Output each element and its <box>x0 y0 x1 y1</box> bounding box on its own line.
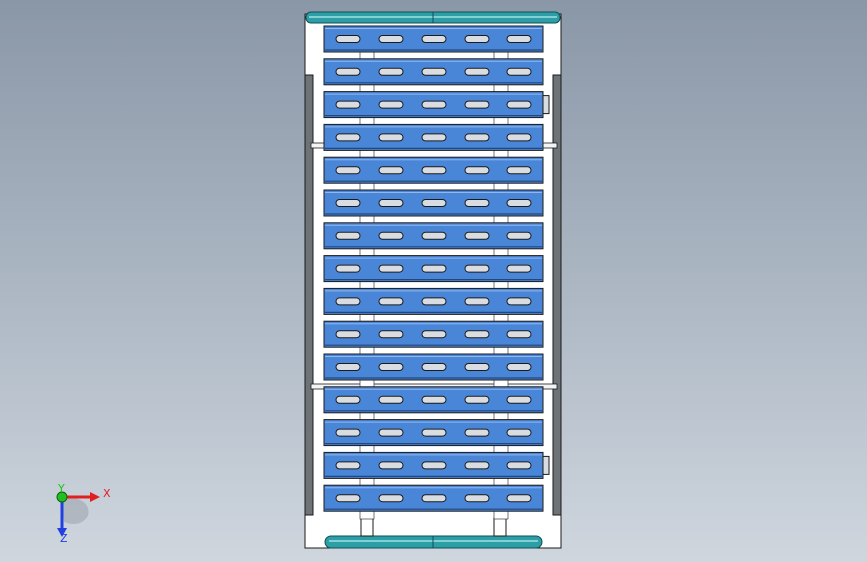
tray-slot <box>421 395 447 404</box>
tray-slot <box>506 264 532 273</box>
tray-slot <box>335 100 361 109</box>
tray-slot <box>378 67 404 76</box>
tray-handle <box>542 455 550 475</box>
tray-slot <box>464 461 490 470</box>
tray-slot <box>421 363 447 371</box>
tray-slot <box>335 35 361 43</box>
tray-slot <box>421 428 447 437</box>
tray-slot <box>464 264 490 273</box>
tray-slot <box>464 35 490 43</box>
tray-slot <box>506 35 532 43</box>
tray-slot <box>464 133 490 142</box>
tray-slot <box>335 231 361 240</box>
tray-slot <box>464 330 490 339</box>
tray-slot <box>335 264 361 273</box>
tray-slot <box>335 428 361 437</box>
tray-slot <box>421 461 447 470</box>
tray-slot <box>378 100 404 109</box>
tray-slot <box>421 231 447 240</box>
tray-slot <box>421 67 447 76</box>
tray-slot <box>506 297 532 306</box>
tray-slot <box>378 35 404 43</box>
tray-slot <box>378 428 404 437</box>
z-axis-label: Z <box>60 532 68 545</box>
tray-slot <box>464 494 490 503</box>
tray-slot <box>335 297 361 306</box>
tray-slot <box>378 330 404 339</box>
axis-triad: X Y Z <box>56 482 111 545</box>
tray-slot <box>335 330 361 339</box>
tray-slot <box>335 199 361 207</box>
tray-slot <box>378 199 404 207</box>
tray-slot <box>421 264 447 273</box>
tray-slot <box>335 166 361 175</box>
tray-slot <box>506 231 532 240</box>
tray-slot <box>335 395 361 404</box>
tray-slot <box>378 297 404 306</box>
right-post <box>552 74 562 516</box>
foot-left <box>360 517 374 537</box>
tray-slot <box>421 494 447 503</box>
tray-slot <box>335 494 361 503</box>
foot-right <box>493 517 507 537</box>
rack-assembly <box>304 11 562 549</box>
tray-slot <box>506 133 532 142</box>
tray-slot <box>335 461 361 470</box>
tray-stack <box>323 25 550 520</box>
y-axis-label: Y <box>57 482 65 495</box>
tray-slot <box>464 363 490 371</box>
tray-slot <box>378 264 404 273</box>
tray-slot <box>421 35 447 43</box>
tray-slot <box>506 363 532 371</box>
tray-slot <box>464 428 490 437</box>
tray-slot <box>378 133 404 142</box>
left-post <box>304 74 314 516</box>
tray-slot <box>506 100 532 109</box>
tray-handle <box>542 95 550 115</box>
tray-slot <box>464 67 490 76</box>
tray-slot <box>378 395 404 404</box>
tray-slot <box>506 428 532 437</box>
tray-slot <box>506 330 532 339</box>
tray-slot <box>421 166 447 175</box>
tray-slot <box>464 100 490 109</box>
tray-slot <box>421 297 447 306</box>
tray-slot <box>506 67 532 76</box>
tray-slot <box>421 330 447 339</box>
tray-slot <box>335 133 361 142</box>
tray-slot <box>378 461 404 470</box>
tray-slot <box>464 231 490 240</box>
tray-slot <box>378 494 404 503</box>
tray-slot <box>378 363 404 371</box>
tray-slot <box>421 133 447 142</box>
x-axis-label: X <box>103 487 111 500</box>
tray-slot <box>335 363 361 371</box>
tray-slot <box>421 199 447 207</box>
tray-slot <box>378 231 404 240</box>
tray-slot <box>506 166 532 175</box>
tray-slot <box>506 199 532 207</box>
tray-slot <box>421 100 447 109</box>
model-viewport[interactable] <box>0 0 867 562</box>
tray-slot <box>464 166 490 175</box>
tray-slot <box>464 199 490 207</box>
tray-slot <box>506 494 532 503</box>
tray-slot <box>464 395 490 404</box>
tray-slot <box>506 395 532 404</box>
tray-slot <box>464 297 490 306</box>
tray-slot <box>335 67 361 76</box>
tray-slot <box>506 461 532 470</box>
tray-slot <box>378 166 404 175</box>
